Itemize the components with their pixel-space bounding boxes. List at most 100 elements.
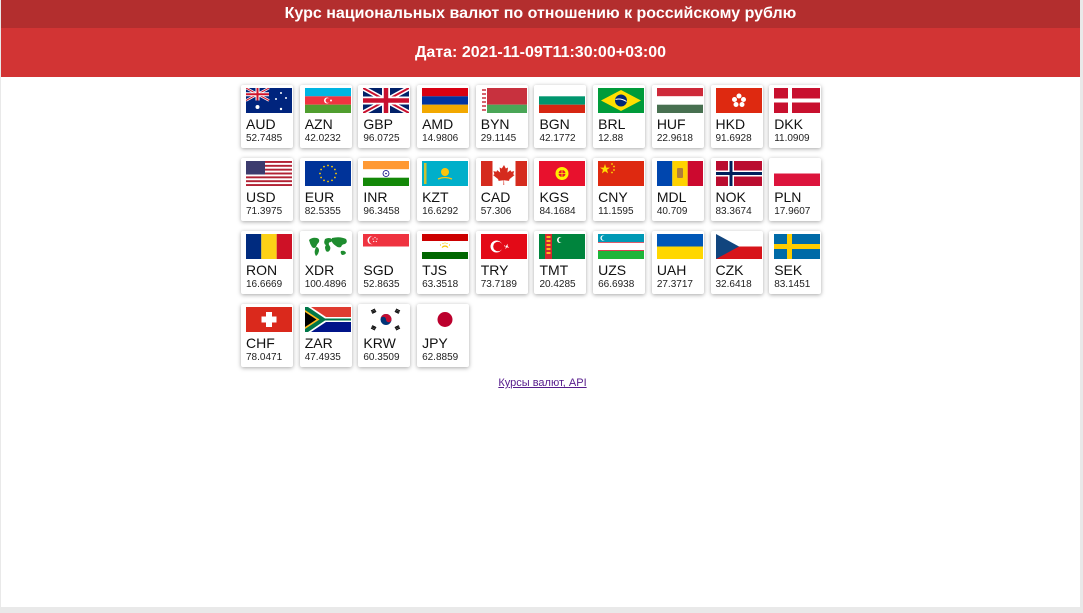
- currency-card-uzs[interactable]: UZS 66.6938: [593, 231, 646, 294]
- kyrgyzstan-flag-icon: [539, 161, 586, 186]
- currency-rate: 66.6938: [598, 279, 635, 290]
- currency-card-gbp[interactable]: GBP 96.0725: [358, 85, 411, 148]
- currency-rate: 71.3975: [246, 206, 283, 217]
- api-link[interactable]: Курсы валют, API: [498, 377, 586, 389]
- azerbaijan-flag-icon: [304, 88, 351, 113]
- currency-card-sek[interactable]: SEK 83.1451: [769, 231, 822, 294]
- currency-card-inr[interactable]: INR 96.3458: [358, 158, 411, 221]
- currency-code: KRW: [363, 335, 396, 351]
- currency-card-zar[interactable]: ZAR 47.4935: [299, 304, 352, 367]
- currency-code: HUF: [656, 116, 686, 132]
- currency-card-jpy[interactable]: JPY 62.8859: [417, 304, 470, 367]
- currency-card-ron[interactable]: RON 16.6669: [241, 231, 293, 294]
- currency-card-bgn[interactable]: BGN 42.1772: [534, 85, 587, 148]
- currency-rate: 83.3674: [715, 206, 752, 217]
- currency-code: UAH: [656, 262, 687, 278]
- currency-card-kzt[interactable]: KZT 16.6292: [417, 158, 470, 221]
- currency-card-czk[interactable]: CZK 32.6418: [710, 231, 763, 294]
- currency-card-brl[interactable]: BRL 12.88: [593, 85, 646, 148]
- currency-row: RON 16.6669 XDR 100.4896 SGD 52.8635 TJS 63.351…: [241, 231, 841, 297]
- currency-card-huf[interactable]: HUF 22.9618: [651, 85, 704, 148]
- currency-card-tmt[interactable]: TMT 20.4285: [534, 231, 587, 294]
- hungary-flag-icon: [656, 88, 703, 113]
- armenia-flag-icon: [422, 88, 469, 113]
- currency-code: AUD: [246, 116, 276, 132]
- currency-rate: 62.8859: [422, 352, 459, 363]
- currency-rate: 47.4935: [304, 352, 341, 363]
- currency-card-dkk[interactable]: DKK 11.0909: [769, 85, 822, 148]
- currency-card-uah[interactable]: UAH 27.3717: [651, 231, 704, 294]
- currency-grid: AUD 52.7485 AZN 42.0232 GBP 96.0725 AMD 14.9806…: [241, 85, 841, 377]
- south-africa-flag-icon: [304, 307, 351, 332]
- currency-code: INR: [363, 189, 388, 205]
- czech-flag-icon: [715, 234, 762, 259]
- currency-rate: 14.9806: [422, 133, 459, 144]
- currency-card-azn[interactable]: AZN 42.0232: [299, 85, 352, 148]
- currency-code: CHF: [246, 335, 275, 351]
- currency-rate: 11.1595: [598, 206, 634, 217]
- singapore-flag-icon: [363, 234, 410, 259]
- poland-flag-icon: [774, 161, 821, 186]
- currency-card-amd[interactable]: AMD 14.9806: [417, 85, 470, 148]
- footer: Курсы валют, API: [1, 377, 1083, 389]
- currency-rate: 42.0232: [304, 133, 341, 144]
- currency-code: GBP: [363, 116, 393, 132]
- currency-rate: 12.88: [598, 133, 624, 144]
- currency-code: JPY: [422, 335, 448, 351]
- sweden-flag-icon: [774, 234, 821, 259]
- currency-code: TJS: [422, 262, 447, 278]
- brazil-flag-icon: [598, 88, 645, 113]
- currency-code: BYN: [480, 116, 510, 132]
- currency-code: AZN: [304, 116, 333, 132]
- currency-code: MDL: [656, 189, 687, 205]
- currency-code: TRY: [480, 262, 509, 278]
- currency-rate: 100.4896: [304, 279, 347, 290]
- currency-rate: 32.6418: [715, 279, 752, 290]
- currency-card-kgs[interactable]: KGS 84.1684: [534, 158, 587, 221]
- currency-card-krw[interactable]: KRW 60.3509: [358, 304, 411, 367]
- currency-rate: 57.306: [480, 206, 512, 217]
- usa-flag-icon: [246, 161, 292, 186]
- bulgaria-flag-icon: [539, 88, 586, 113]
- currency-card-aud[interactable]: AUD 52.7485: [241, 85, 293, 148]
- currency-card-mdl[interactable]: MDL 40.709: [651, 158, 704, 221]
- currency-code: NOK: [715, 189, 746, 205]
- currency-rate: 52.8635: [363, 279, 400, 290]
- currency-code: BRL: [598, 116, 626, 132]
- belarus-flag-icon: [480, 88, 527, 113]
- date-banner: Дата: 2021-11-09T11:30:00+03:00: [1, 28, 1080, 77]
- china-flag-icon: [598, 161, 645, 186]
- currency-card-cad[interactable]: CAD 57.306: [475, 158, 528, 221]
- currency-card-eur[interactable]: EUR 82.5355: [299, 158, 352, 221]
- currency-rate: 83.1451: [774, 279, 811, 290]
- currency-card-hkd[interactable]: HKD 91.6928: [710, 85, 763, 148]
- denmark-flag-icon: [774, 88, 821, 113]
- currency-rate: 52.7485: [246, 133, 283, 144]
- page-title: Курс национальных валют по отношению к р…: [1, 0, 1080, 28]
- currency-rate: 60.3509: [363, 352, 400, 363]
- currency-code: DKK: [774, 116, 803, 132]
- currency-code: CNY: [598, 189, 628, 205]
- currency-card-xdr[interactable]: XDR 100.4896: [299, 231, 352, 294]
- currency-code: AMD: [422, 116, 454, 132]
- currency-rate: 96.3458: [363, 206, 400, 217]
- currency-code: SGD: [363, 262, 394, 278]
- currency-code: EUR: [304, 189, 335, 205]
- currency-code: PLN: [774, 189, 802, 205]
- currency-card-try[interactable]: TRY 73.7189: [475, 231, 528, 294]
- currency-card-chf[interactable]: CHF 78.0471: [241, 304, 293, 367]
- currency-card-cny[interactable]: CNY 11.1595: [593, 158, 646, 221]
- currency-code: UZS: [598, 262, 627, 278]
- currency-code: BGN: [539, 116, 570, 132]
- currency-card-byn[interactable]: BYN 29.1145: [475, 85, 528, 148]
- currency-card-tjs[interactable]: TJS 63.3518: [417, 231, 470, 294]
- currency-rate: 40.709: [656, 206, 688, 217]
- india-flag-icon: [363, 161, 410, 186]
- currency-card-pln[interactable]: PLN 17.9607: [769, 158, 822, 221]
- south-korea-flag-icon: [363, 307, 410, 332]
- world-map-flag-icon: [304, 234, 351, 259]
- currency-card-usd[interactable]: USD 71.3975: [241, 158, 293, 221]
- currency-card-sgd[interactable]: SGD 52.8635: [358, 231, 411, 294]
- currency-card-nok[interactable]: NOK 83.3674: [710, 158, 763, 221]
- currency-code: TMT: [539, 262, 569, 278]
